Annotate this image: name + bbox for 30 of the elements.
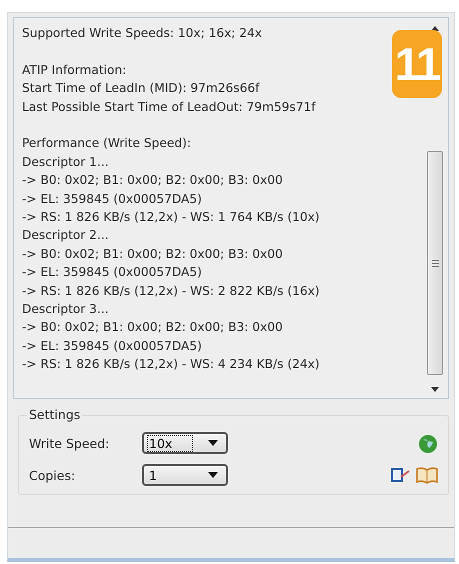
info-line: Start Time of LeadIn (MID): 97m26s66f — [22, 80, 261, 98]
info-line: -> RS: 1 826 KB/s (12,2x) - WS: 4 234 KB/s (24x) — [22, 356, 321, 374]
step-number-badge: 11 — [392, 30, 442, 98]
info-line: Descriptor 3... — [22, 301, 110, 318]
info-line: -> EL: 359845 (0x00057DA5) — [22, 190, 203, 208]
info-line: -> RS: 1 826 KB/s (12,2x) - WS: 2 822 KB/s (16x) — [22, 282, 321, 300]
caret-icon — [208, 440, 218, 446]
globe-icon[interactable] — [418, 434, 438, 454]
info-line: -> B0: 0x02; B1: 0x00; B2: 0x00; B3: 0x00 — [22, 246, 284, 263]
book-icon[interactable] — [416, 466, 438, 484]
info-line: -> EL: 359845 (0x00057DA5) — [22, 264, 203, 282]
info-line: Descriptor 1... — [22, 154, 110, 171]
edit-icon[interactable] — [390, 466, 410, 484]
scroll-down-icon[interactable] — [431, 387, 439, 392]
dropdown[interactable]: 10x — [142, 432, 228, 454]
info-line: -> RS: 1 826 KB/s (12,2x) - WS: 1 764 KB/s (10x) — [22, 209, 321, 226]
info-line: -> EL: 359845 (0x00057DA5) — [22, 338, 203, 355]
field-label: Write Speed: — [29, 436, 110, 450]
info-line: Performance (Write Speed): — [22, 135, 192, 152]
info-line: Supported Write Speeds: 10x; 16x; 24x — [22, 25, 263, 42]
group-title: Settings — [27, 407, 82, 422]
info-line: Descriptor 2... — [22, 227, 110, 244]
field-label: Copies: — [29, 468, 76, 482]
dropdown[interactable]: 1 — [142, 464, 228, 486]
info-line: -> B0: 0x02; B1: 0x00; B2: 0x00; B3: 0x00 — [22, 319, 284, 336]
caret-icon — [208, 472, 218, 478]
info-line: Last Possible Start Time of LeadOut: 79m59s71f — [22, 98, 317, 116]
grip-icon — [432, 260, 438, 266]
info-line: -> B0: 0x02; B1: 0x00; B2: 0x00; B3: 0x00 — [22, 172, 284, 190]
scrollbar-thumb[interactable] — [427, 151, 443, 375]
